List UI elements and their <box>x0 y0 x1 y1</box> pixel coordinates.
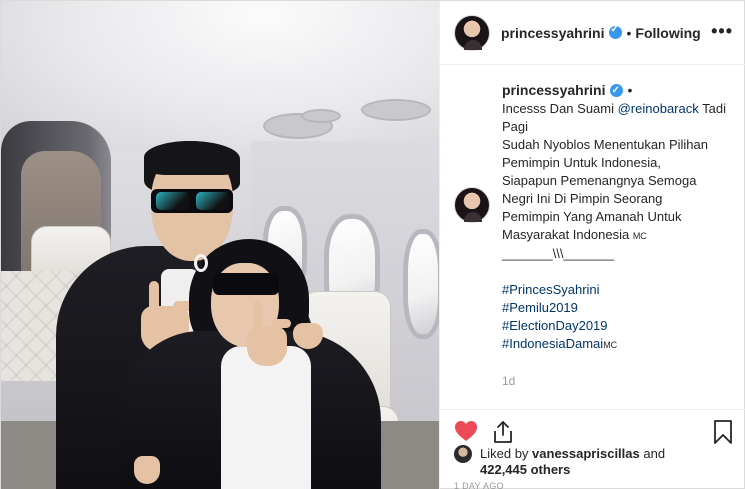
lens <box>196 192 229 210</box>
hair-tie <box>194 254 208 272</box>
ceiling-vent <box>361 99 431 121</box>
separator-dot: • <box>626 24 632 41</box>
instagram-post: princessyahrini • Following ••• princess… <box>0 0 745 489</box>
post-timestamp[interactable]: 1 DAY AGO <box>454 481 504 489</box>
hashtag-link[interactable]: #Pemilu2019 <box>502 299 742 317</box>
likes-prefix: Liked by <box>480 446 533 461</box>
author-username[interactable]: princessyahrini <box>501 25 605 41</box>
hashtag-link[interactable]: #ElectionDay2019 <box>502 317 742 335</box>
hashtag-link[interactable]: #IndonesiaDamai <box>502 336 603 351</box>
caption-line: _______\\\_______ <box>502 246 615 261</box>
woman-finger <box>253 301 262 333</box>
more-options-icon[interactable]: ••• <box>711 21 733 42</box>
liker-username[interactable]: vanessapriscillas <box>532 446 640 461</box>
hashtag-list: #PrincesSyahrini #Pemilu2019 #ElectionDa… <box>502 281 742 354</box>
bookmark-icon[interactable] <box>713 420 733 444</box>
separator-dot: • <box>627 82 633 98</box>
caption-line: Tadi <box>698 101 726 116</box>
caption-line: Incesss Dan Suami <box>502 101 618 116</box>
woman-hand <box>247 326 287 366</box>
caption-text: princessyahrini • Incesss Dan Suami @rein… <box>502 81 742 390</box>
ceiling-vent <box>301 109 341 123</box>
caption-time-ago[interactable]: 1d <box>502 372 742 390</box>
hashtag-link[interactable]: #PrincesSyahrini <box>502 281 742 299</box>
following-button[interactable]: Following <box>635 25 700 41</box>
caption-line: Masyarakat Indonesia <box>502 227 630 242</box>
author-avatar[interactable] <box>454 14 490 51</box>
man-hand-bottom <box>134 456 160 484</box>
verified-badge-icon <box>608 24 622 39</box>
likes-count[interactable]: 422,445 <box>480 462 527 477</box>
caption-line: Sudah Nyoblos Menentukan Pilihan <box>502 137 708 152</box>
likes-text: Liked by vanessapriscillas and 422,445 o… <box>480 446 740 478</box>
verified-badge-icon <box>609 82 623 100</box>
caption-line: Pemimpin Untuk Indonesia, <box>502 155 661 170</box>
caption-line: Negri Ini Di Pimpin Seorang <box>502 191 663 206</box>
post-side-panel: princessyahrini • Following ••• princess… <box>439 1 745 489</box>
caption-line: Pemimpin Yang Amanah Untuk <box>502 209 682 224</box>
action-bar <box>440 409 745 449</box>
mc-mark: MC <box>632 231 647 241</box>
lens <box>156 192 189 210</box>
post-photo[interactable] <box>1 1 439 489</box>
woman-shirt <box>221 346 311 489</box>
likes-suffix[interactable]: others <box>527 462 571 477</box>
woman-sunglasses <box>213 273 279 295</box>
man-finger <box>149 281 159 315</box>
heart-filled-icon[interactable] <box>454 420 478 442</box>
caption-author-avatar[interactable] <box>454 187 490 223</box>
post-header: princessyahrini • Following ••• <box>440 1 745 65</box>
cabin-window <box>403 229 439 339</box>
caption-line: Pagi <box>502 119 529 134</box>
mc-mark: MC <box>603 340 618 350</box>
caption-line: Siapapun Pemenangnya Semoga <box>502 173 697 188</box>
woman-finger <box>271 319 291 328</box>
man-hair-top <box>144 141 240 175</box>
likes-middle: and <box>639 446 666 461</box>
liker-avatar[interactable] <box>454 445 472 463</box>
caption-username[interactable]: princessyahrini <box>502 82 606 98</box>
share-upload-icon[interactable] <box>491 420 515 444</box>
mention-link[interactable]: @reinobarack <box>618 101 699 116</box>
